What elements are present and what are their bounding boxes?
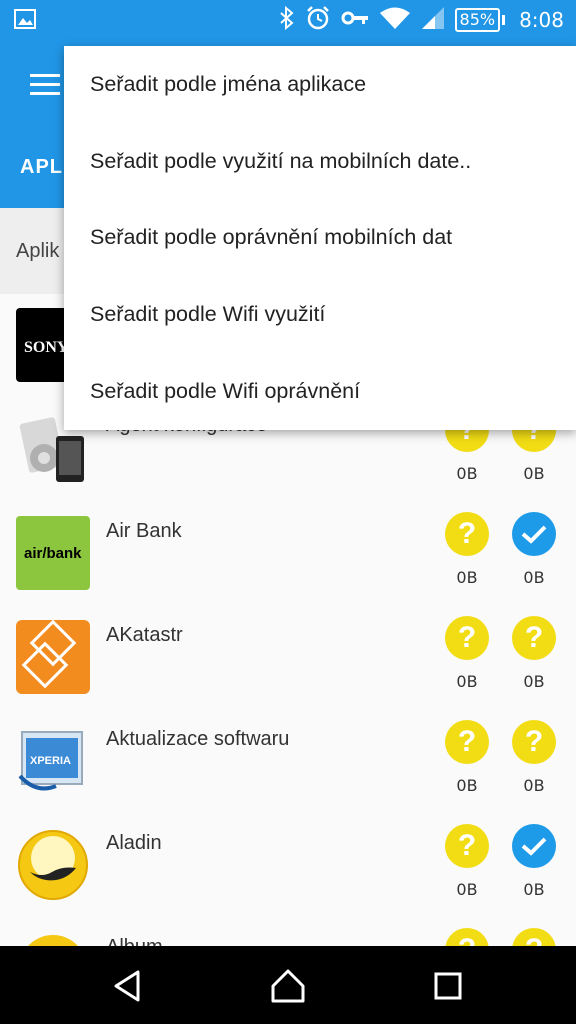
xperia-update-icon: XPERIA: [16, 724, 90, 798]
wifi-icon: [379, 6, 411, 35]
question-icon[interactable]: ?: [445, 616, 489, 660]
app-name: Air Bank: [106, 520, 182, 542]
app-name: AKatastr: [106, 624, 183, 646]
key-icon: [341, 10, 369, 31]
akatastr-icon: [16, 620, 90, 694]
menu-item-sort-by-mobile-permission[interactable]: Seřadit podle oprávnění mobilních dat: [64, 200, 576, 277]
question-icon[interactable]: ?: [445, 720, 489, 764]
app-row[interactable]: AKatastr ? 0B ? 0B: [0, 606, 576, 711]
mobile-status[interactable]: ? 0B: [444, 512, 490, 587]
signal-icon: [421, 6, 445, 35]
wifi-status[interactable]: ? 0B: [511, 720, 557, 795]
question-icon[interactable]: ?: [445, 512, 489, 556]
wifi-status[interactable]: 0B: [511, 824, 557, 899]
tab-apps[interactable]: APLI: [20, 156, 70, 179]
question-icon[interactable]: ?: [512, 720, 556, 764]
app-name: Aktualizace softwaru: [106, 728, 290, 750]
list-header-label: Aplik: [16, 240, 60, 262]
svg-text:XPERIA: XPERIA: [30, 755, 71, 767]
mobile-status[interactable]: ? 0B: [444, 720, 490, 795]
status-bar: 85% 8:08: [0, 0, 576, 40]
menu-item-sort-by-name[interactable]: Seřadit podle jména aplikace: [64, 46, 576, 123]
bluetooth-icon: [279, 5, 295, 35]
svg-text:air/bank: air/bank: [24, 545, 82, 562]
wifi-status[interactable]: 0B: [511, 512, 557, 587]
app-row[interactable]: air/bank Air Bank ? 0B 0B: [0, 502, 576, 607]
checkmark-icon[interactable]: [512, 512, 556, 556]
menu-item-sort-by-wifi-permission[interactable]: Seřadit podle Wifi oprávnění: [64, 353, 576, 430]
question-icon[interactable]: ?: [512, 616, 556, 660]
image-icon: [14, 9, 36, 34]
alarm-icon: [305, 5, 331, 36]
menu-item-sort-by-wifi-usage[interactable]: Seřadit podle Wifi využití: [64, 276, 576, 353]
clock: 8:08: [519, 8, 564, 32]
airbank-logo: air/bank: [16, 516, 90, 590]
svg-text:SONY: SONY: [24, 339, 69, 356]
navigation-bar: [0, 946, 576, 1024]
app-name: Aladin: [106, 832, 162, 854]
battery-icon: 85%: [454, 8, 506, 32]
recents-icon[interactable]: [428, 966, 468, 1006]
mobile-status[interactable]: ? 0B: [444, 824, 490, 899]
app-row[interactable]: Aladin ? 0B 0B: [0, 814, 576, 919]
menu-icon[interactable]: [30, 74, 60, 95]
mobile-status[interactable]: ? 0B: [444, 616, 490, 691]
back-icon[interactable]: [108, 966, 148, 1006]
wifi-status[interactable]: ? 0B: [511, 616, 557, 691]
lamp-icon: [16, 828, 90, 902]
menu-item-sort-by-mobile-usage[interactable]: Seřadit podle využití na mobilních date.…: [64, 123, 576, 200]
checkmark-icon[interactable]: [512, 824, 556, 868]
question-icon[interactable]: ?: [445, 824, 489, 868]
sort-menu: Seřadit podle jména aplikace Seřadit pod…: [64, 46, 576, 430]
home-icon[interactable]: [268, 966, 308, 1006]
app-row[interactable]: XPERIA Aktualizace softwaru ? 0B ? 0B: [0, 710, 576, 815]
